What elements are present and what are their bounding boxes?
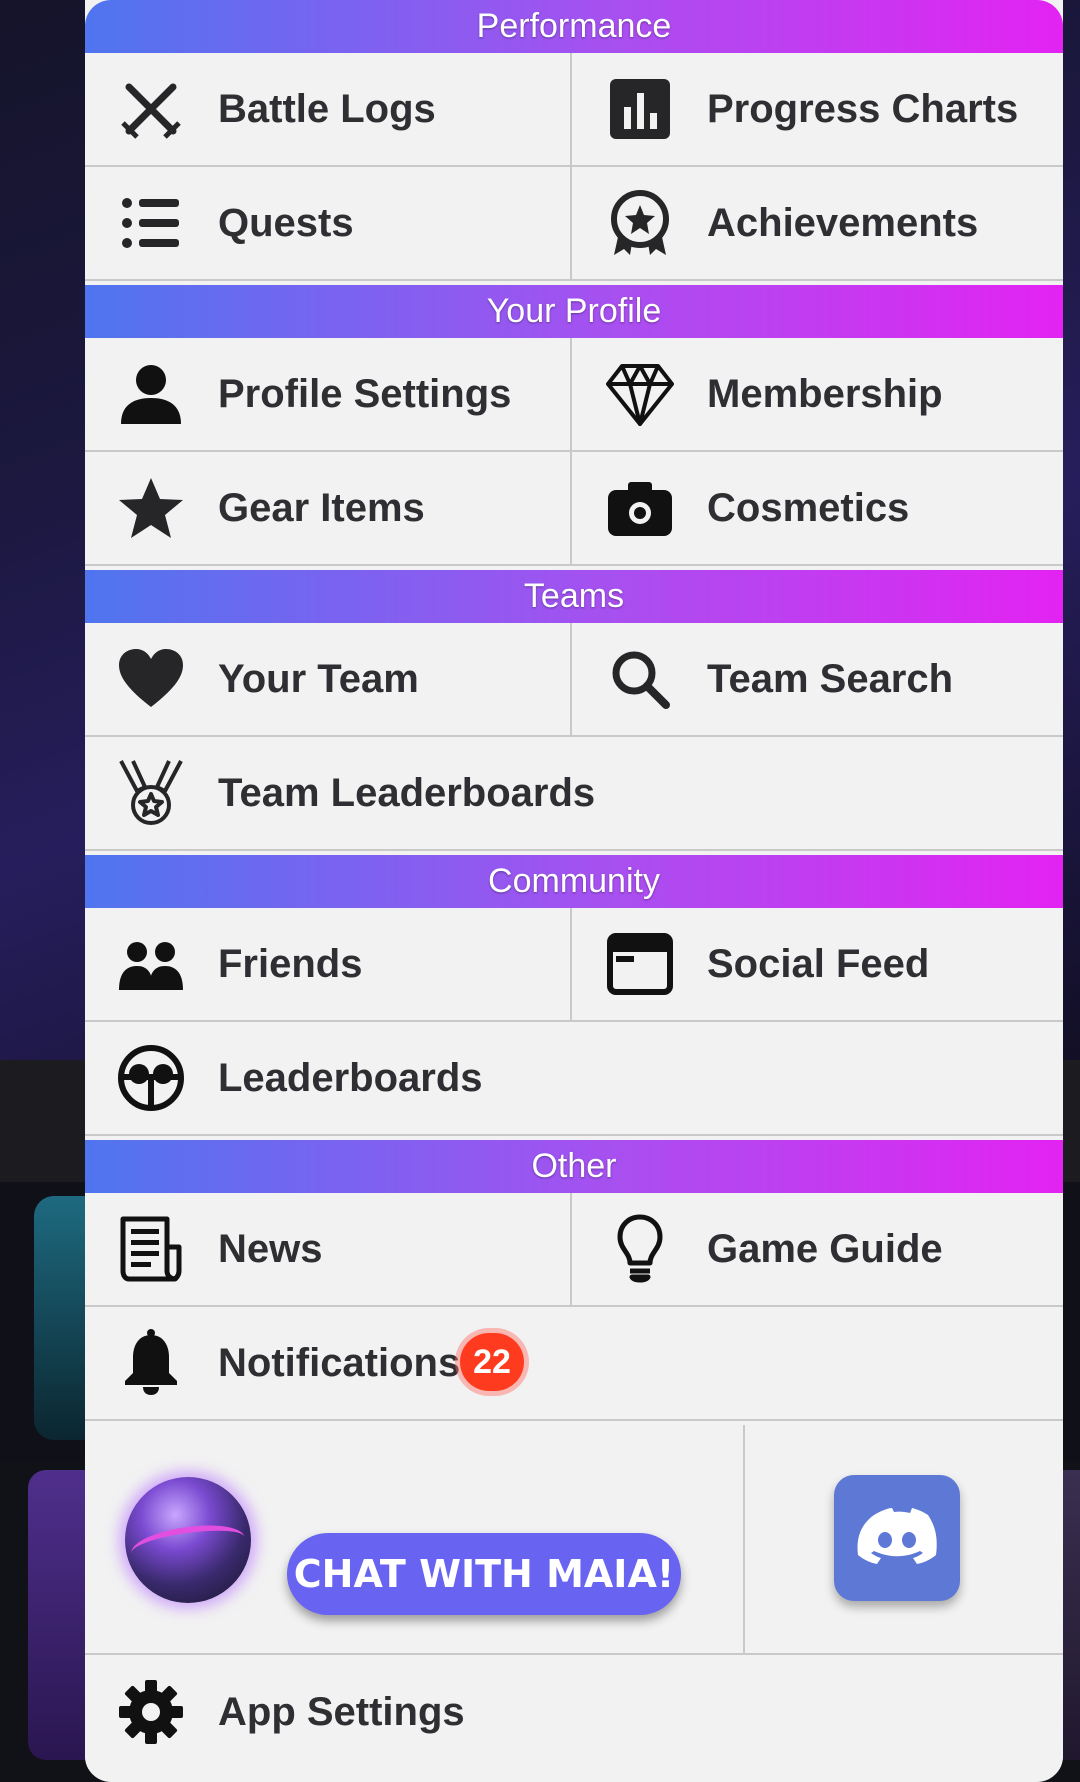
discord-icon bbox=[857, 1508, 937, 1564]
lightbulb-icon bbox=[602, 1211, 678, 1287]
newspaper-icon bbox=[113, 1211, 189, 1287]
globe-icon bbox=[113, 1040, 189, 1116]
gear-icon bbox=[113, 1674, 189, 1750]
menu-item-progress-charts[interactable]: Progress Charts bbox=[572, 53, 1063, 167]
assistant-row: CHAT WITH MAIA! bbox=[85, 1425, 1063, 1655]
menu-item-your-team[interactable]: Your Team bbox=[85, 623, 572, 737]
bell-icon bbox=[113, 1325, 189, 1401]
menu-item-team-search[interactable]: Team Search bbox=[572, 623, 1063, 737]
search-icon bbox=[602, 641, 678, 717]
menu-item-label: Cosmetics bbox=[707, 485, 910, 530]
menu-item-label: Progress Charts bbox=[707, 86, 1019, 131]
bar-chart-icon bbox=[602, 71, 678, 147]
section-header-community: Community bbox=[85, 855, 1063, 908]
menu-item-app-settings[interactable]: App Settings bbox=[85, 1655, 1063, 1769]
menu-item-label: Quests bbox=[218, 200, 354, 245]
section-header-teams: Teams bbox=[85, 570, 1063, 623]
menu-item-notifications[interactable]: Notifications 22 bbox=[85, 1307, 1063, 1421]
camera-icon bbox=[602, 470, 678, 546]
menu-item-game-guide[interactable]: Game Guide bbox=[572, 1193, 1063, 1307]
menu-item-label: Your Team bbox=[218, 656, 419, 701]
heart-icon bbox=[113, 641, 189, 717]
menu-item-label: Leaderboards bbox=[218, 1055, 483, 1100]
menu-item-leaderboards[interactable]: Leaderboards bbox=[85, 1022, 1063, 1136]
menu-item-label: Friends bbox=[218, 941, 363, 986]
discord-button[interactable] bbox=[834, 1475, 960, 1601]
menu-item-label: Achievements bbox=[707, 200, 979, 245]
menu-item-label: Battle Logs bbox=[218, 86, 436, 131]
star-icon bbox=[113, 470, 189, 546]
assistant-panel: CHAT WITH MAIA! bbox=[85, 1425, 745, 1655]
menu-item-profile-settings[interactable]: Profile Settings bbox=[85, 338, 572, 452]
menu-item-label: Notifications bbox=[218, 1340, 461, 1385]
menu-item-membership[interactable]: Membership bbox=[572, 338, 1063, 452]
chat-with-maia-button[interactable]: CHAT WITH MAIA! bbox=[287, 1533, 681, 1615]
menu-item-cosmetics[interactable]: Cosmetics bbox=[572, 452, 1063, 566]
menu-item-label: Membership bbox=[707, 371, 943, 416]
section-header-profile: Your Profile bbox=[85, 285, 1063, 338]
diamond-icon bbox=[602, 356, 678, 432]
menu-item-label: Team Search bbox=[707, 656, 954, 701]
menu-item-social-feed[interactable]: Social Feed bbox=[572, 908, 1063, 1022]
menu-item-battle-logs[interactable]: Battle Logs bbox=[85, 53, 572, 167]
maia-orb-avatar[interactable] bbox=[125, 1477, 251, 1603]
users-icon bbox=[113, 926, 189, 1002]
menu-item-gear-items[interactable]: Gear Items bbox=[85, 452, 572, 566]
browser-window-icon bbox=[602, 926, 678, 1002]
menu-item-label: Social Feed bbox=[707, 941, 930, 986]
menu-item-friends[interactable]: Friends bbox=[85, 908, 572, 1022]
section-header-performance: Performance bbox=[85, 0, 1063, 53]
menu-item-label: Profile Settings bbox=[218, 371, 512, 416]
menu-item-quests[interactable]: Quests bbox=[85, 167, 572, 281]
menu-item-label: Gear Items bbox=[218, 485, 425, 530]
crossed-swords-icon bbox=[113, 71, 189, 147]
star-badge-icon bbox=[602, 185, 678, 261]
menu-item-achievements[interactable]: Achievements bbox=[572, 167, 1063, 281]
menu-item-team-leaderboards[interactable]: Team Leaderboards bbox=[85, 737, 1063, 851]
menu-item-news[interactable]: News bbox=[85, 1193, 572, 1307]
menu-item-label: App Settings bbox=[218, 1689, 465, 1734]
list-icon bbox=[113, 185, 189, 261]
user-icon bbox=[113, 356, 189, 432]
menu-item-label: Game Guide bbox=[707, 1226, 943, 1271]
menu-item-label: News bbox=[218, 1226, 323, 1271]
notifications-count-badge: 22 bbox=[460, 1333, 524, 1391]
navigation-menu: Performance Battle Logs Progress Charts … bbox=[85, 0, 1063, 1782]
medal-icon bbox=[113, 755, 189, 831]
menu-item-label: Team Leaderboards bbox=[218, 770, 596, 815]
section-header-other: Other bbox=[85, 1140, 1063, 1193]
